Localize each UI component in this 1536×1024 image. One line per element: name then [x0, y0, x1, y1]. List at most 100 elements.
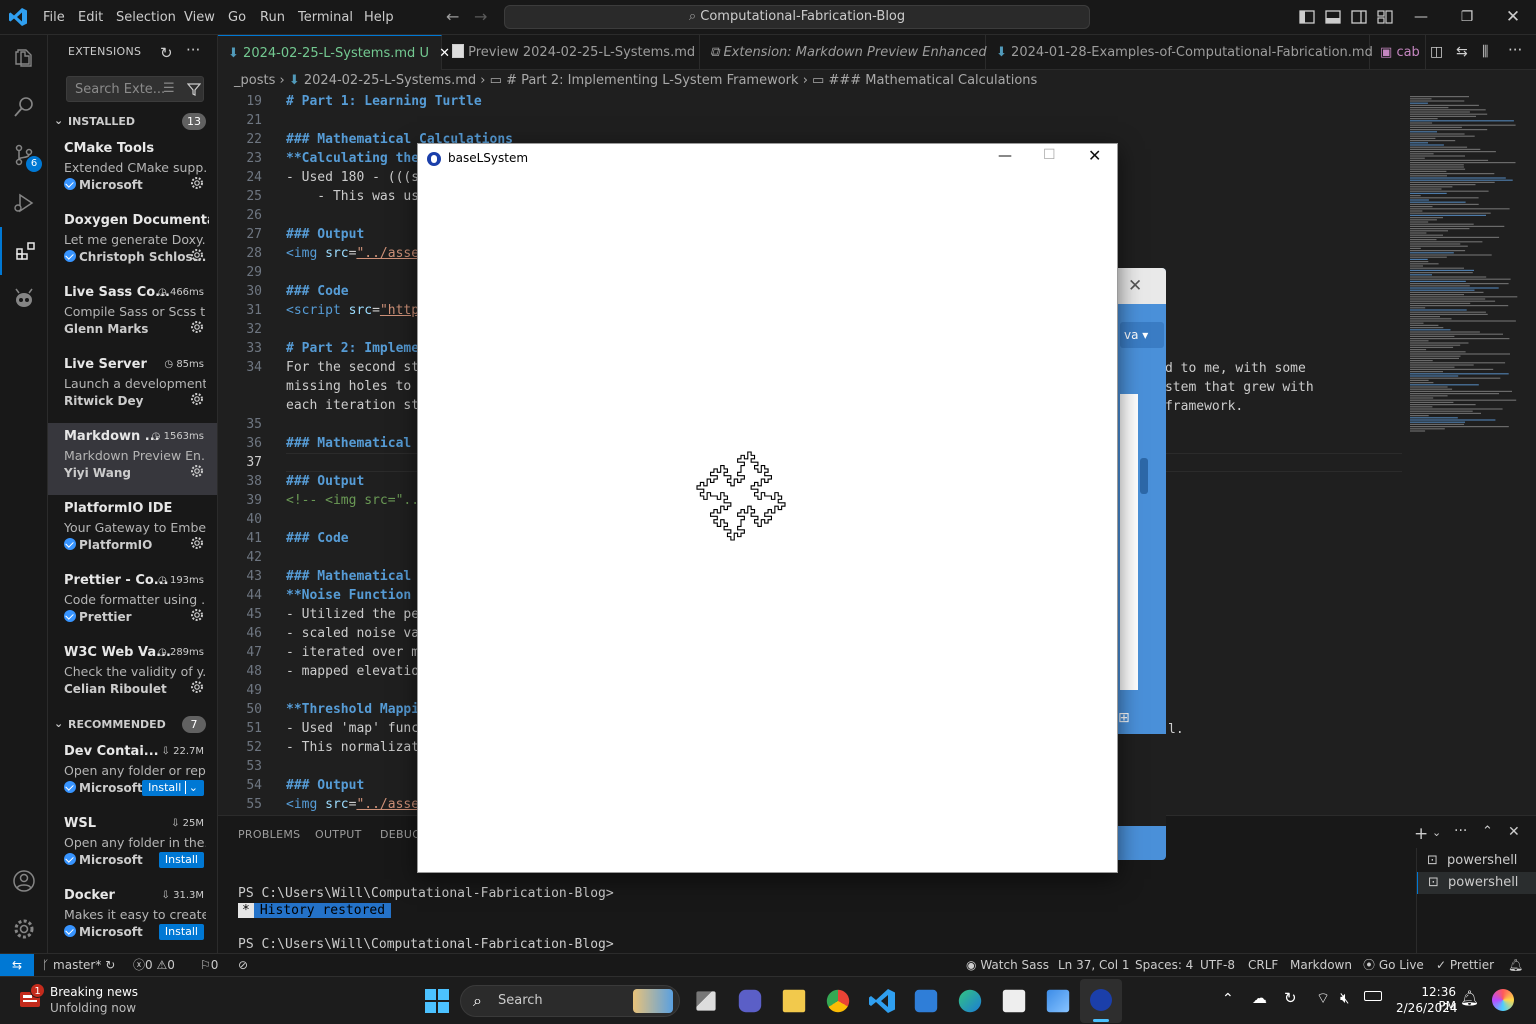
install-button[interactable]: Install ⌄ — [142, 780, 204, 796]
manage-gear-icon[interactable] — [190, 248, 204, 262]
tab-extension-mpe[interactable]: ⧉ Extension: Markdown Preview Enhanced — [700, 35, 987, 70]
refresh-icon[interactable]: ↻ — [160, 44, 173, 62]
watch-sass-button[interactable]: ◉ Watch Sass — [966, 954, 1049, 976]
chevron-down-icon[interactable]: ⌄ — [184, 781, 198, 794]
windows-start-icon[interactable] — [424, 988, 450, 1014]
maximize-panel-icon[interactable]: ⌃ — [1482, 824, 1493, 839]
manage-gear-icon[interactable] — [190, 464, 204, 478]
menu-edit[interactable]: Edit — [70, 0, 111, 35]
installed-section-header[interactable]: ⌄ INSTALLED 13 — [48, 111, 217, 133]
filter-icon[interactable] — [187, 82, 201, 96]
cursor-position[interactable]: Ln 37, Col 1 — [1058, 954, 1130, 976]
tab-preview[interactable]: Preview 2024-02-25-L-Systems.md — [442, 35, 700, 70]
manage-gear-icon[interactable] — [190, 176, 204, 190]
add-icon[interactable]: ⊞ — [1118, 710, 1130, 726]
taskbar-search[interactable]: ⌕ Search — [460, 985, 680, 1017]
news-title[interactable]: Breaking news — [50, 985, 138, 999]
copilot-icon[interactable] — [1492, 989, 1514, 1011]
remote-desktop-icon[interactable] — [914, 989, 938, 1013]
manage-gear-icon[interactable] — [190, 680, 204, 694]
close-button[interactable]: ✕ — [1088, 146, 1101, 165]
run-debug-icon[interactable] — [0, 179, 48, 227]
settings-gear-icon[interactable] — [0, 905, 48, 953]
chevron-down-icon[interactable]: ⌄ — [1432, 826, 1441, 839]
background-window-scrollbar[interactable] — [1140, 458, 1148, 494]
tab-output[interactable]: OUTPUT — [315, 828, 362, 841]
recommended-section-header[interactable]: ⌄ RECOMMENDED 7 — [48, 714, 217, 736]
maximize-button[interactable]: ☐ — [1043, 147, 1056, 163]
menu-help[interactable]: Help — [356, 0, 402, 35]
tab-debug[interactable]: DEBUG — [380, 828, 421, 841]
manage-gear-icon[interactable] — [190, 536, 204, 550]
accounts-icon[interactable] — [0, 857, 48, 905]
teams-chat-icon[interactable] — [738, 989, 762, 1013]
ports-indicator[interactable]: ⚐0 — [200, 954, 218, 976]
manage-gear-icon[interactable] — [190, 608, 204, 622]
alien-extension-icon[interactable] — [0, 275, 48, 323]
more-actions-icon[interactable]: ··· — [1508, 41, 1522, 59]
customize-layout-icon[interactable] — [1376, 8, 1394, 26]
more-actions-icon[interactable]: ··· — [186, 41, 200, 59]
inkscape-icon[interactable] — [1002, 989, 1026, 1013]
breadcrumb-section[interactable]: # Part 2: Implementing L-System Framewor… — [506, 73, 798, 88]
search-icon[interactable] — [0, 83, 48, 131]
tab-l-systems-md[interactable]: ⬇ 2024-02-25-L-Systems.md U ✕ — [218, 35, 450, 70]
extension-item[interactable]: Markdown ... ◷ 1563ms Markdown Preview En.… — [48, 423, 217, 495]
extension-item[interactable]: Prettier - Co... ◷ 193ms Code formatter us… — [48, 567, 217, 639]
processing-taskbar-button[interactable] — [1080, 979, 1122, 1023]
clock-date[interactable]: 2/26/2024 — [1396, 1001, 1458, 1015]
new-terminal-icon[interactable]: + — [1414, 824, 1428, 844]
git-branch[interactable]: ᚴ master* ↻ — [42, 954, 115, 976]
sync-icon[interactable]: ↻ — [1284, 989, 1297, 1007]
volume-muted-icon[interactable]: 🔇︎ — [1340, 989, 1349, 1007]
toggle-secondary-sidebar-icon[interactable] — [1350, 8, 1368, 26]
live-share-indicator[interactable]: ⊘ — [238, 954, 248, 976]
extension-item[interactable]: CMake Tools Extended CMake supp... Microso… — [48, 135, 217, 207]
extension-item[interactable]: Live Sass Co... ◷ 466ms Compile Sass or Sc… — [48, 279, 217, 351]
explorer-icon[interactable] — [0, 35, 48, 83]
tab-examples-md[interactable]: ⬇ 2024-01-28-Examples-of-Computational-F… — [986, 35, 1373, 70]
extension-item[interactable]: Doxygen Documenta... Let me generate Doxy… — [48, 207, 217, 279]
menu-go[interactable]: Go — [220, 0, 254, 35]
compare-changes-icon[interactable]: ⇆ — [1456, 44, 1468, 60]
breadcrumb-subsection[interactable]: ### Mathematical Calculations — [828, 73, 1037, 88]
extension-item[interactable]: Dev Contai... ⇩ 22.7M Open any folder or r… — [48, 738, 217, 810]
indentation[interactable]: Spaces: 4 — [1135, 954, 1193, 976]
notification-bell-icon[interactable]: 🔔︎ — [1460, 989, 1479, 1007]
photos-icon[interactable] — [1046, 989, 1070, 1013]
notifications-bell-icon[interactable]: 🔔︎ — [1508, 954, 1523, 976]
command-center-search[interactable]: ⌕ Computational-Fabrication-Blog — [504, 5, 1090, 29]
close-icon[interactable]: ✕ — [1128, 276, 1142, 296]
problems-indicator[interactable]: ⓧ0 ⚠0 — [133, 954, 175, 976]
source-control-icon[interactable]: 6 — [0, 131, 48, 179]
terminal-item[interactable]: ⊡ powershell — [1417, 872, 1536, 894]
manage-gear-icon[interactable] — [190, 392, 204, 406]
more-actions-icon[interactable]: ··· — [1454, 823, 1467, 839]
prettier-button[interactable]: ✓ Prettier — [1436, 954, 1494, 976]
menu-view[interactable]: View — [176, 0, 223, 35]
minimap[interactable] — [1404, 92, 1524, 815]
language-mode[interactable]: Markdown — [1290, 954, 1352, 976]
extension-item[interactable]: PlatformIO IDE Your Gateway to Embe... Pla… — [48, 495, 217, 567]
wifi-icon[interactable]: ⌔ — [1316, 989, 1330, 1008]
toggle-panel-icon[interactable] — [1324, 8, 1342, 26]
menu-file[interactable]: File — [35, 0, 73, 35]
tab-problems[interactable]: PROBLEMS — [238, 828, 300, 841]
toggle-primary-sidebar-icon[interactable] — [1298, 8, 1316, 26]
extension-item[interactable]: W3C Web Va... ◷ 289ms Check the validity o… — [48, 639, 217, 711]
install-button[interactable]: Install — [158, 924, 204, 940]
manage-gear-icon[interactable] — [190, 320, 204, 334]
close-button[interactable]: ✕ — [1490, 0, 1536, 35]
news-widget-icon[interactable]: 1 — [18, 983, 45, 1011]
minimize-button[interactable]: — — [998, 148, 1012, 164]
extension-item[interactable]: Live Server ◷ 85ms Launch a development...… — [48, 351, 217, 423]
vscode-logo-icon[interactable] — [8, 7, 28, 27]
clear-filter-icon[interactable]: ☰ — [163, 81, 175, 96]
line-ending[interactable]: CRLF — [1248, 954, 1278, 976]
maximize-button[interactable]: ❐ — [1444, 0, 1490, 35]
sketch-window[interactable]: baseLSystem — ☐ ✕ — [417, 143, 1118, 873]
go-live-button[interactable]: ⦿ Go Live — [1363, 954, 1424, 976]
breadcrumb-file[interactable]: 2024-02-25-L-Systems.md — [304, 73, 476, 88]
battery-icon[interactable] — [1364, 991, 1382, 1001]
forward-arrow-icon[interactable]: → — [474, 7, 487, 26]
